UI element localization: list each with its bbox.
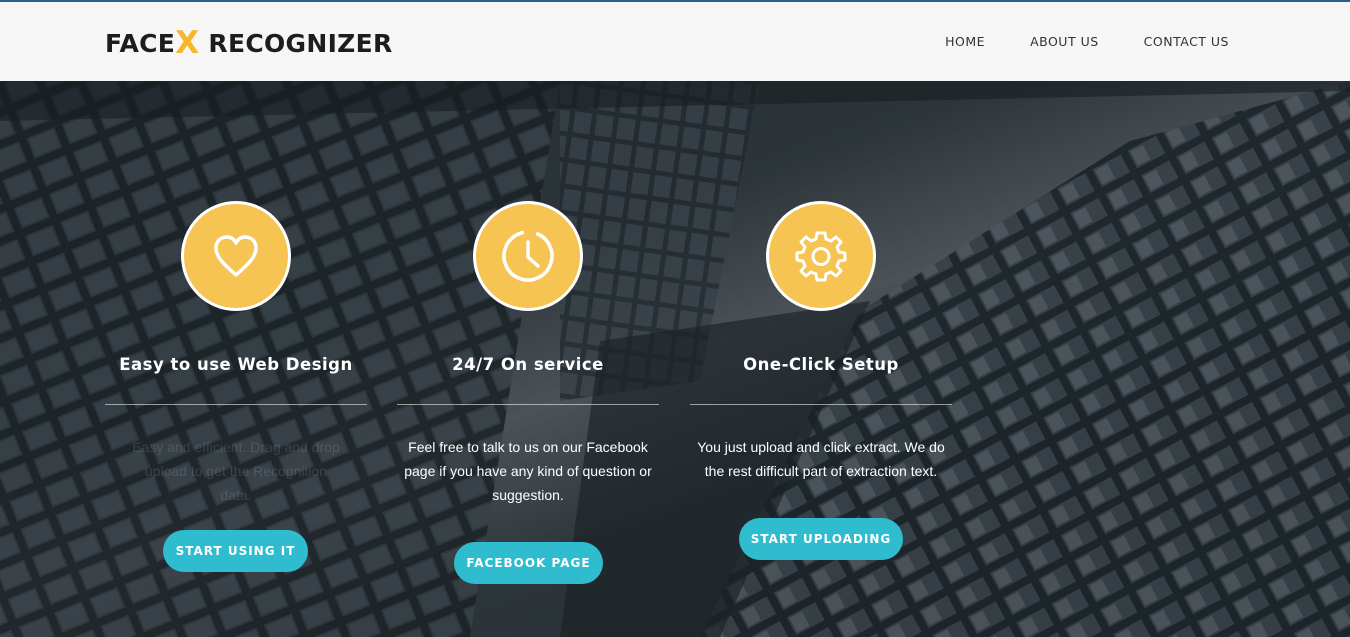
site-header: FACEX RECOGNIZER HOME ABOUT US CONTACT U… [0,2,1350,81]
nav-home[interactable]: HOME [945,34,985,49]
logo-text-x: X [175,25,200,61]
feature-icon-circle [766,201,876,311]
facebook-page-button[interactable]: FACEBOOK PAGE [454,542,603,584]
site-logo[interactable]: FACEX RECOGNIZER [105,24,393,61]
nav-contact-us[interactable]: CONTACT US [1144,34,1229,49]
heart-icon [214,235,258,277]
feature-icon-circle [473,201,583,311]
feature-description: Feel free to talk to us on our Facebook … [404,439,652,503]
feature-description: Easy and efficient. Drag and drop upload… [132,439,340,503]
feature-divider [105,404,367,405]
nav-about-us[interactable]: ABOUT US [1030,34,1099,49]
start-using-it-button[interactable]: START USING IT [163,530,308,572]
logo-text-face: FACE [105,29,176,58]
hero-section: Easy to use Web Design Easy and efficien… [0,81,1350,637]
gear-icon [795,231,847,282]
main-nav: HOME ABOUT US CONTACT US [945,34,1229,49]
feature-title: One-Click Setup [743,355,899,374]
feature-divider [397,404,659,405]
logo-text-recognizer: RECOGNIZER [208,29,393,58]
feature-title: Easy to use Web Design [119,355,353,374]
feature-description: You just upload and click extract. We do… [697,439,945,479]
clock-icon [502,230,554,282]
feature-divider [690,404,952,405]
start-uploading-button[interactable]: START UPLOADING [739,518,903,560]
feature-icon-circle [181,201,291,311]
feature-title: 24/7 On service [452,355,604,374]
